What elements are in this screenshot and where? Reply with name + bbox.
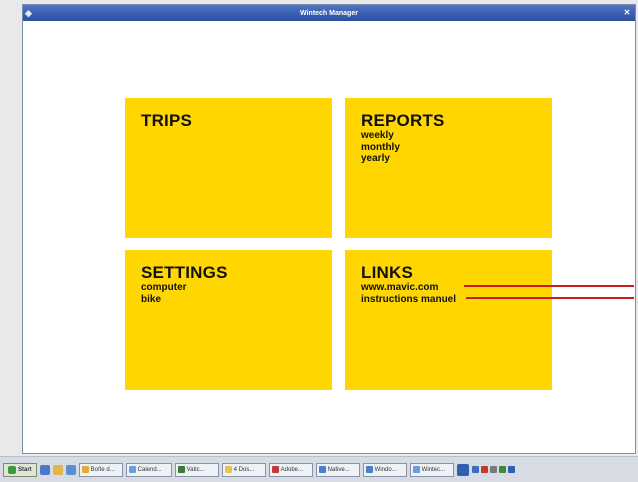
start-button[interactable]: Start [3,462,37,477]
desktop-quicklaunch-icon[interactable] [65,464,76,475]
close-icon[interactable]: ✕ [621,7,633,18]
app-icon: ◆ [25,8,32,18]
taskbar-item-label: 4 Dos... [233,466,255,473]
globe-icon [177,466,185,473]
tile-reports[interactable]: REPORTS weekly monthly yearly [345,98,552,238]
language-icon[interactable] [456,463,469,476]
windows-logo-icon [8,465,16,474]
window-icon [365,466,373,473]
volume-icon[interactable] [489,466,497,473]
folder-quicklaunch-icon[interactable] [52,464,63,475]
taskbar-item-label: Adobe... [280,466,304,473]
taskbar-item-label: Windo... [374,466,397,473]
document-icon [271,466,279,473]
taskbar-item-label: Native... [327,466,350,473]
reports-link-monthly[interactable]: monthly [361,142,536,154]
taskbar-item-mail[interactable]: Boîte d... [78,462,123,477]
taskbar-item-label: Boîte d... [90,466,115,473]
tile-trips-title: TRIPS [141,111,193,130]
reports-link-yearly[interactable]: yearly [361,153,536,165]
taskbar-item-label: Wintec... [421,466,446,473]
tile-links-title: LINKS [361,263,413,282]
window-icon [412,466,420,473]
reports-link-weekly[interactable]: weekly [361,130,536,142]
callout-line-manual [466,297,634,299]
window-icon [318,466,326,473]
update-icon[interactable] [498,466,506,473]
taskbar-item-adobe[interactable]: Adobe... [268,462,313,477]
info-icon[interactable] [507,466,515,473]
window-title: Wintech Manager [300,9,358,17]
settings-link-computer[interactable]: computer [141,282,316,294]
callout-line-mavic [464,285,634,287]
taskbar-item-native[interactable]: Native... [315,462,360,477]
network-icon[interactable] [471,466,479,473]
tile-trips[interactable]: TRIPS [125,98,332,238]
taskbar-item-browser[interactable]: Vatic... [174,462,219,477]
taskbar: Start Boîte d... Calend... Vatic... 4 Do… [0,456,638,482]
mail-icon [81,466,89,473]
taskbar-item-calendar[interactable]: Calend... [125,462,172,477]
start-label: Start [18,466,32,473]
taskbar-item-label: Calend... [137,466,162,473]
links-link-mavic[interactable]: www.mavic.com [361,282,536,294]
tile-reports-title: REPORTS [361,111,445,130]
taskbar-item-label: Vatic... [186,466,205,473]
settings-link-bike[interactable]: bike [141,294,316,306]
tile-settings-title: SETTINGS [141,263,228,282]
links-link-manual[interactable]: instructions manuel [361,294,536,306]
title-bar[interactable]: ◆ Wintech Manager ✕ [23,5,635,21]
taskbar-item-folders[interactable]: 4 Dos... [221,462,266,477]
tile-settings[interactable]: SETTINGS computer bike [125,250,332,390]
tile-links[interactable]: LINKS www.mavic.com instructions manuel [345,250,552,390]
calendar-icon [128,466,136,473]
security-icon[interactable] [480,466,488,473]
folder-icon [224,466,232,473]
taskbar-item-windows[interactable]: Windo... [362,462,407,477]
browser-quicklaunch-icon[interactable] [39,464,50,475]
taskbar-item-wintech[interactable]: Wintec... [409,462,454,477]
system-tray [471,463,515,477]
